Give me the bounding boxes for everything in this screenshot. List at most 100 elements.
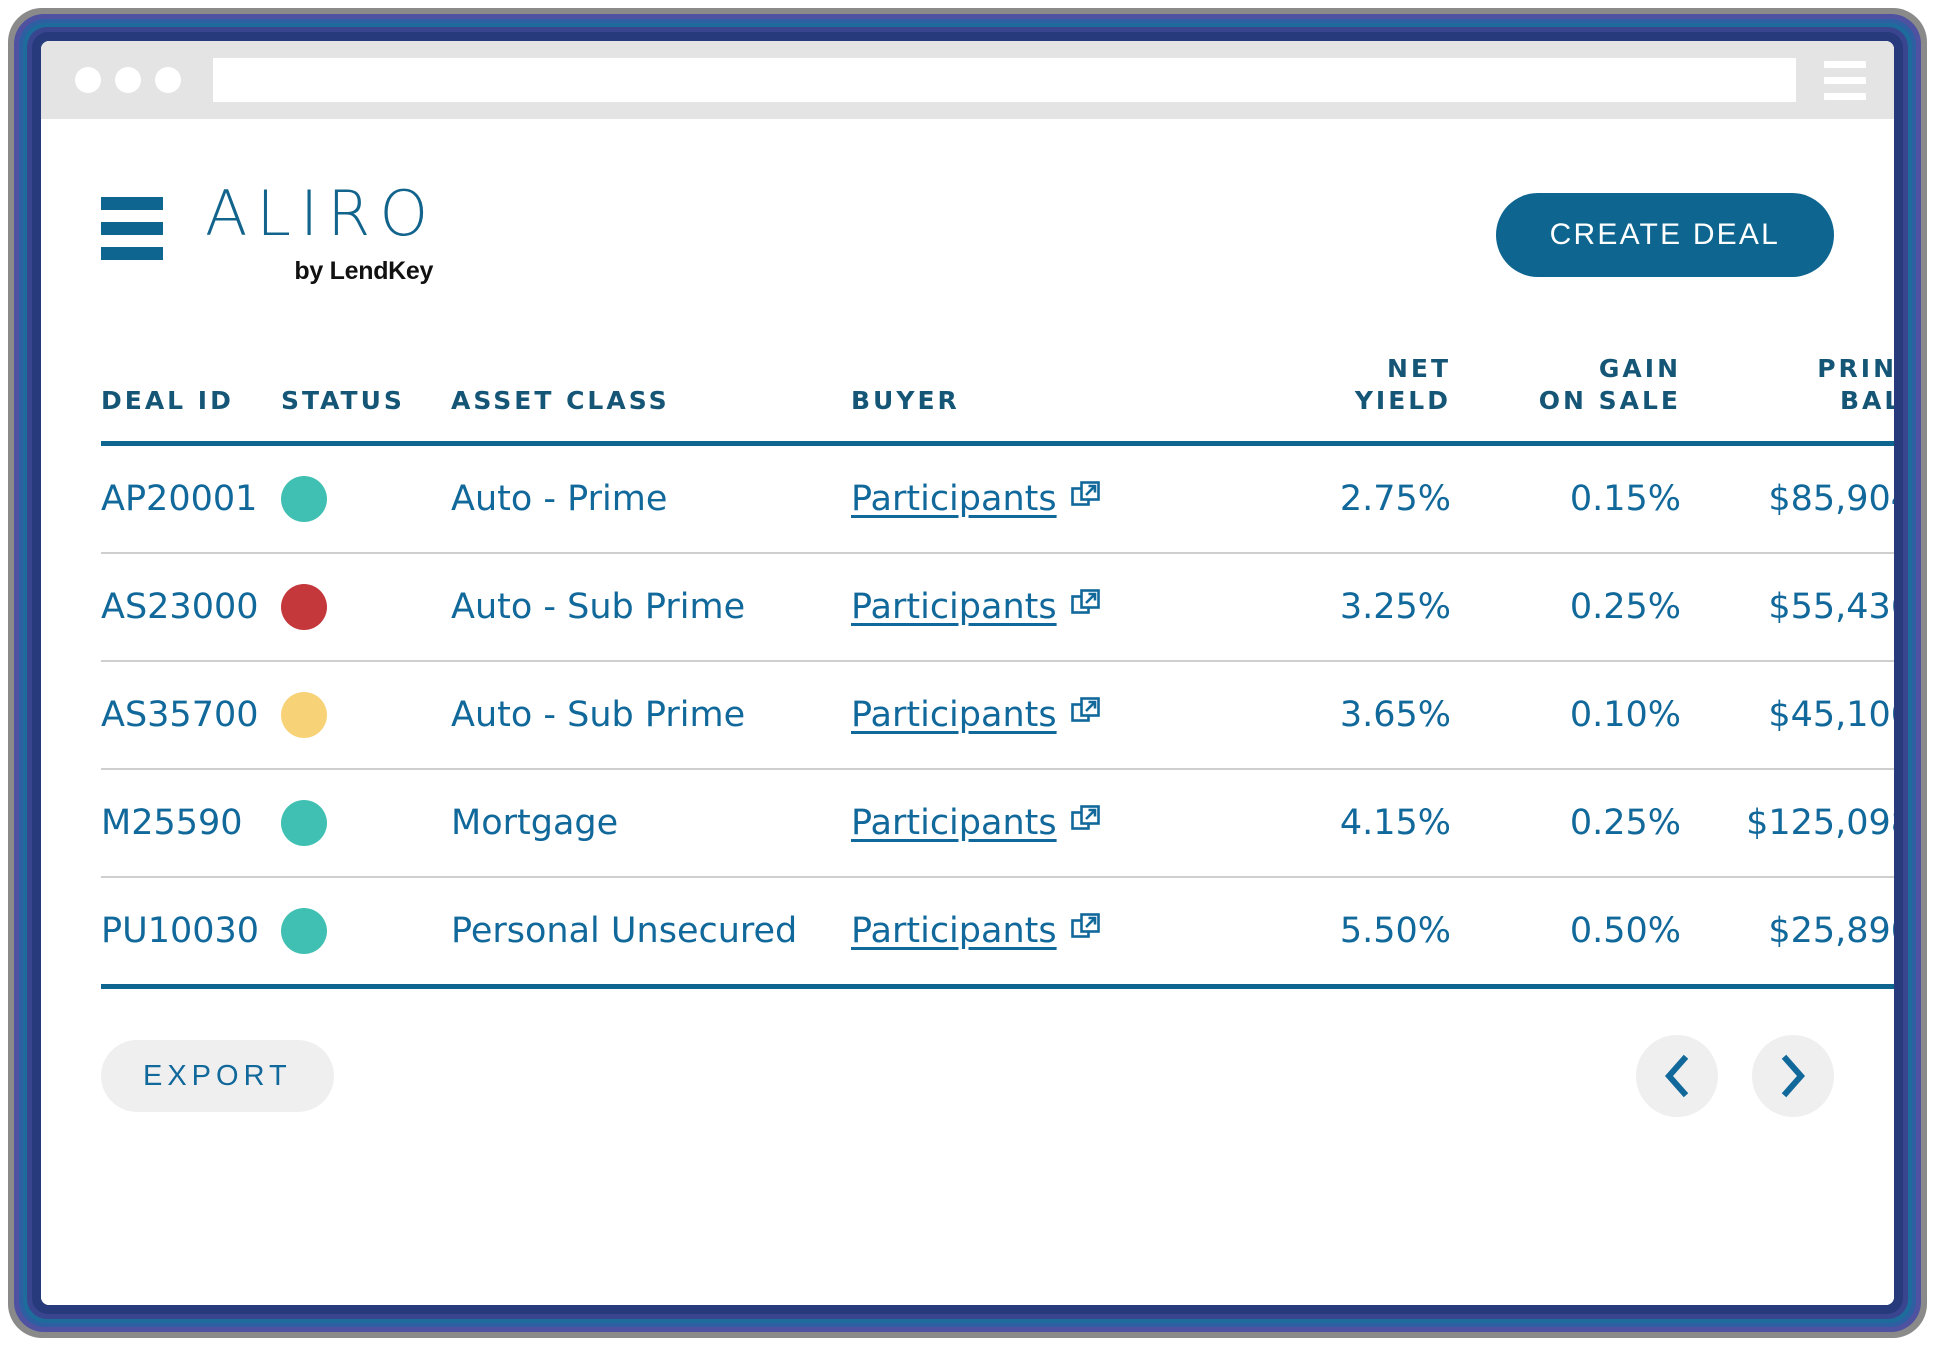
status-dot-teal [281,908,327,954]
external-link-icon [1070,479,1101,519]
cell-gain-on-sale: 0.50% [1569,911,1681,951]
browser-window: ALIRO by LendKey CREATE DEAL DEAL ID STA… [41,41,1894,1305]
external-link-icon [1070,911,1101,951]
cell-status [281,444,451,554]
window-control-minimize-icon[interactable] [115,67,141,93]
cell-principal-balance: $85,904,224 [1768,479,1894,519]
cell-deal-id: M25590 [101,803,243,843]
chevron-left-icon [1664,1054,1689,1098]
export-button[interactable]: EXPORT [101,1040,334,1112]
window-control-close-icon[interactable] [75,67,101,93]
table-row[interactable]: M25590 Mortgage Participants 4.15% 0.25% $125… [101,769,1894,877]
app-header: ALIRO by LendKey CREATE DEAL [101,171,1834,301]
window-control-maximize-icon[interactable] [155,67,181,93]
cell-buyer: Participants [851,661,1241,769]
column-header-buyer[interactable]: BUYER [851,353,1241,444]
cell-buyer: Participants [851,553,1241,661]
participants-link[interactable]: Participants [851,587,1101,627]
status-dot-yellow [281,692,327,738]
logo-wordmark: ALIRO [205,177,438,250]
frame-layer-3: ALIRO by LendKey CREATE DEAL DEAL ID STA… [23,23,1912,1323]
participants-link-label: Participants [851,803,1057,843]
cell-buyer: Participants [851,444,1241,554]
cell-net-yield: 3.65% [1339,695,1451,735]
cell-asset-class: Personal Unsecured [451,911,798,951]
logo: ALIRO by LendKey [205,183,439,286]
chevron-right-icon [1781,1054,1806,1098]
cell-status [281,877,451,987]
cell-status [281,661,451,769]
create-deal-button[interactable]: CREATE DEAL [1495,193,1834,277]
cell-net-yield: 2.75% [1339,479,1451,519]
participants-link-label: Participants [851,479,1057,519]
cell-principal-balance: $45,100,065 [1768,695,1894,735]
column-header-status[interactable]: STATUS [281,353,451,444]
cell-buyer: Participants [851,877,1241,987]
participants-link-label: Participants [851,695,1057,735]
status-dot-red [281,584,327,630]
cell-gain-on-sale: 0.25% [1569,803,1681,843]
cell-deal-id: PU10030 [101,911,260,951]
cell-principal-balance: $25,890,450 [1768,911,1894,951]
column-header-net-yield[interactable]: NET YIELD [1241,353,1451,444]
cell-deal-id: AS23000 [101,587,259,627]
column-header-deal-id[interactable]: DEAL ID [101,353,281,444]
logo-tagline: by LendKey [294,257,434,285]
frame-layer-4: ALIRO by LendKey CREATE DEAL DEAL ID STA… [27,27,1908,1319]
nav-hamburger-icon[interactable] [101,183,163,260]
cell-net-yield: 5.50% [1339,911,1451,951]
cell-status [281,769,451,877]
address-bar[interactable] [213,58,1796,102]
status-dot-teal [281,800,327,846]
cell-gain-on-sale: 0.25% [1569,587,1681,627]
table-row[interactable]: PU10030 Personal Unsecured Participants 5.5… [101,877,1894,987]
participants-link-label: Participants [851,587,1057,627]
participants-link[interactable]: Participants [851,479,1101,519]
deals-table: DEAL ID STATUS ASSET CLASS BUYER NET YIE… [101,353,1894,989]
window-controls [75,67,181,93]
frame-layer-5: ALIRO by LendKey CREATE DEAL DEAL ID STA… [32,32,1903,1314]
cell-deal-id: AS35700 [101,695,259,735]
browser-menu-icon[interactable] [1818,60,1872,100]
participants-link[interactable]: Participants [851,911,1101,951]
table-footer: EXPORT [101,1035,1834,1117]
participants-link[interactable]: Participants [851,803,1101,843]
column-header-principal-balance[interactable]: PRINCIPAL BALANCE [1681,353,1894,444]
table-header-row: DEAL ID STATUS ASSET CLASS BUYER NET YIE… [101,353,1894,444]
cell-asset-class: Auto - Prime [451,479,668,519]
frame-layer-1: ALIRO by LendKey CREATE DEAL DEAL ID STA… [14,14,1921,1332]
deals-table-head: DEAL ID STATUS ASSET CLASS BUYER NET YIE… [101,353,1894,444]
cell-principal-balance: $125,098,662 [1746,803,1894,843]
cell-asset-class: Auto - Sub Prime [451,587,746,627]
cell-gain-on-sale: 0.15% [1569,479,1681,519]
status-dot-teal [281,476,327,522]
cell-net-yield: 4.15% [1339,803,1451,843]
frame-layer-2: ALIRO by LendKey CREATE DEAL DEAL ID STA… [19,19,1916,1327]
external-link-icon [1070,695,1101,735]
app-content: ALIRO by LendKey CREATE DEAL DEAL ID STA… [41,119,1894,1305]
external-link-icon [1070,587,1101,627]
table-row[interactable]: AS23000 Auto - Sub Prime Participants 3.25%… [101,553,1894,661]
cell-asset-class: Mortgage [451,803,619,843]
cell-principal-balance: $55,436,779 [1768,587,1894,627]
cell-net-yield: 3.25% [1339,587,1451,627]
window-decorative-frame: ALIRO by LendKey CREATE DEAL DEAL ID STA… [8,8,1927,1338]
cell-gain-on-sale: 0.10% [1569,695,1681,735]
pagination-controls [1636,1035,1834,1117]
column-header-gain-on-sale[interactable]: GAIN ON SALE [1451,353,1681,444]
cell-status [281,553,451,661]
table-row[interactable]: AP20001 Auto - Prime Participants 2.75% 0.15… [101,444,1894,554]
participants-link-label: Participants [851,911,1057,951]
cell-buyer: Participants [851,769,1241,877]
brand-zone: ALIRO by LendKey [101,171,439,286]
table-row[interactable]: AS35700 Auto - Sub Prime Participants 3.65%… [101,661,1894,769]
browser-toolbar [41,41,1894,119]
pagination-next-button[interactable] [1752,1035,1834,1117]
participants-link[interactable]: Participants [851,695,1101,735]
pagination-prev-button[interactable] [1636,1035,1718,1117]
deals-table-body: AP20001 Auto - Prime Participants 2.75% 0.15… [101,444,1894,987]
external-link-icon [1070,803,1101,843]
cell-deal-id: AP20001 [101,479,258,519]
column-header-asset-class[interactable]: ASSET CLASS [451,353,851,444]
cell-asset-class: Auto - Sub Prime [451,695,746,735]
